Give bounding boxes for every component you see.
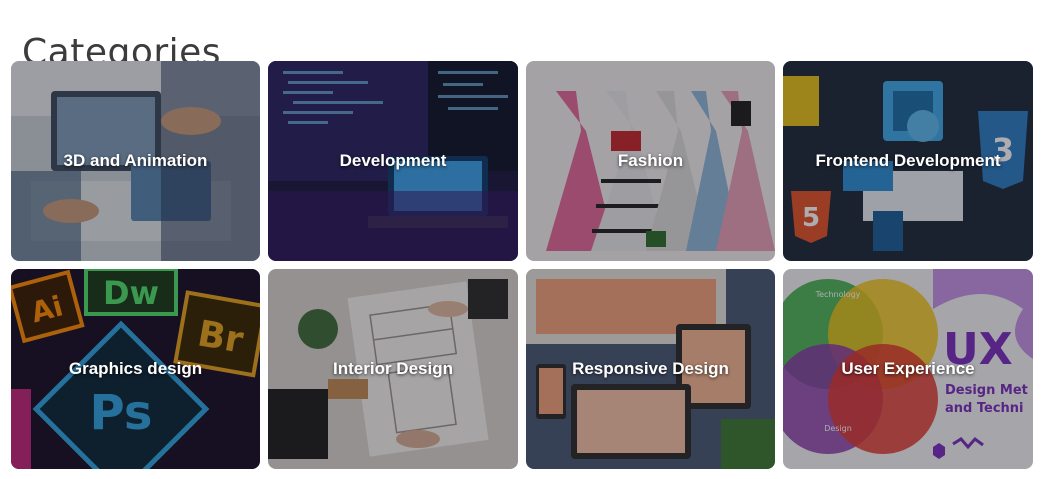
category-label: User Experience [841, 359, 975, 378]
category-card-fashion[interactable]: Fashion [526, 61, 775, 261]
category-card-graphics-design[interactable]: Ai Dw Br Ps Graphics design [11, 269, 260, 469]
category-card-user-experience[interactable]: Technology Design UX Design Met and Tech… [783, 269, 1033, 469]
category-label: Development [339, 151, 447, 170]
category-grid: 3D and Animation Development Fashion 5 3… [11, 61, 1033, 469]
category-card-3d-animation[interactable]: 3D and Animation [11, 61, 260, 261]
category-label: Fashion [617, 151, 684, 170]
category-card-frontend-development[interactable]: 5 3 Frontend Development [783, 61, 1033, 261]
category-card-development[interactable]: Development [268, 61, 518, 261]
category-label: Frontend Development [815, 151, 1001, 170]
category-label: Responsive Design [572, 359, 729, 378]
category-card-responsive-design[interactable]: Responsive Design [526, 269, 775, 469]
category-card-interior-design[interactable]: Interior Design [268, 269, 518, 469]
category-label: Interior Design [333, 359, 453, 378]
category-label: Graphics design [68, 359, 203, 378]
category-label: 3D and Animation [63, 151, 208, 170]
